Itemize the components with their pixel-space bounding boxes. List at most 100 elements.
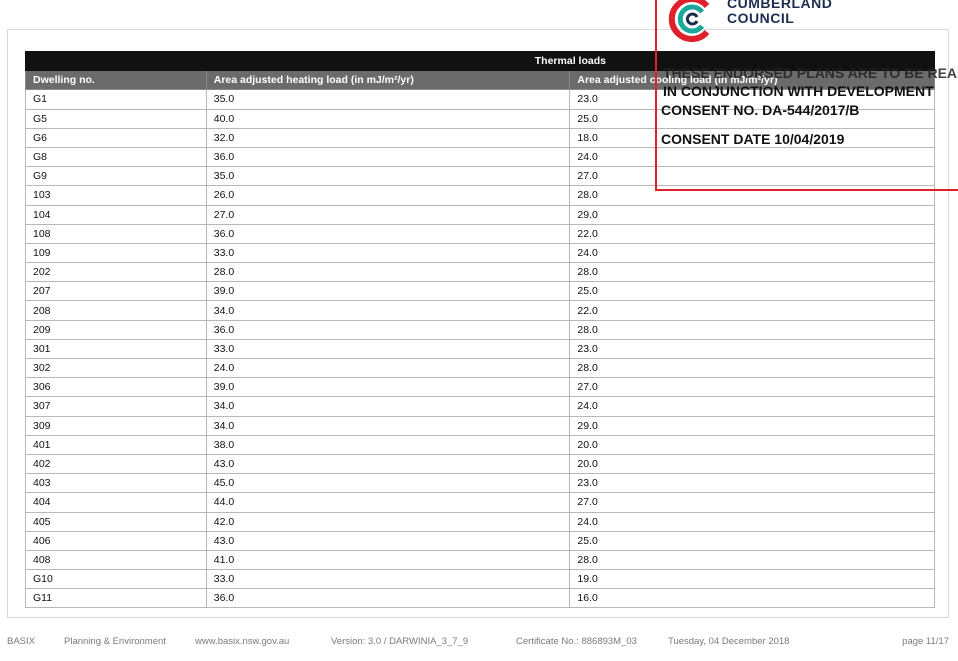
table-row: 408 41.0 28.0 (25, 549, 935, 571)
footer-date: Tuesday, 04 December 2018 (668, 636, 790, 647)
cell-dwelling-no: G5 (25, 108, 207, 129)
council-name: CUMBERLAND COUNCIL (727, 0, 832, 26)
footer-basix: BASIX (7, 636, 35, 647)
cell-cooling-load: 29.0 (569, 204, 935, 225)
cell-heating-load: 36.0 (205, 223, 571, 244)
footer-certificate: Certificate No.: 886893M_03 (516, 636, 637, 647)
cell-dwelling-no: 302 (25, 357, 207, 379)
cell-dwelling-no: 402 (25, 453, 207, 475)
cell-heating-load: 35.0 (205, 89, 571, 110)
cell-dwelling-no: 403 (25, 473, 207, 494)
footer-page-number: page 11/17 (902, 636, 949, 647)
cell-cooling-load: 19.0 (569, 569, 935, 590)
cell-dwelling-no: 408 (25, 549, 207, 571)
table-row: 307 34.0 24.0 (25, 396, 935, 417)
table-row: 301 33.0 23.0 (25, 338, 935, 360)
cell-cooling-load: 27.0 (569, 492, 935, 513)
cumberland-council-logo-icon (668, 0, 710, 42)
cell-heating-load: 26.0 (205, 185, 571, 206)
cell-heating-load: 32.0 (205, 127, 571, 148)
cell-dwelling-no: G10 (25, 569, 207, 590)
cell-heating-load: 42.0 (205, 511, 571, 532)
cell-cooling-load: 16.0 (569, 588, 935, 609)
cell-cooling-load: 24.0 (569, 242, 935, 264)
cell-dwelling-no: 202 (25, 262, 207, 283)
table-row: 202 28.0 28.0 (25, 262, 935, 283)
cell-dwelling-no: 207 (25, 281, 207, 302)
cell-heating-load: 38.0 (205, 434, 571, 455)
table-row: 401 38.0 20.0 (25, 434, 935, 455)
cell-heating-load: 36.0 (205, 146, 571, 168)
cell-heating-load: 28.0 (205, 262, 571, 283)
cell-heating-load: 36.0 (205, 588, 571, 609)
cell-cooling-load: 22.0 (569, 300, 935, 321)
table-row: 406 43.0 25.0 (25, 530, 935, 551)
cell-heating-load: 39.0 (205, 377, 571, 398)
footer-department: Planning & Environment (64, 636, 166, 647)
cell-cooling-load: 28.0 (569, 262, 935, 283)
column-header-heating: Area adjusted heating load (in mJ/m²/yr) (205, 70, 571, 91)
cell-dwelling-no: 309 (25, 415, 207, 436)
cell-dwelling-no: 405 (25, 511, 207, 532)
table-row: 108 36.0 22.0 (25, 223, 935, 244)
table-row: 207 39.0 25.0 (25, 281, 935, 302)
column-header-dwelling: Dwelling no. (25, 70, 207, 91)
cell-dwelling-no: 401 (25, 434, 207, 455)
cell-dwelling-no: G1 (25, 89, 207, 110)
cell-dwelling-no: G11 (25, 588, 207, 609)
table-row: 104 27.0 29.0 (25, 204, 935, 225)
cell-dwelling-no: G8 (25, 146, 207, 168)
cell-heating-load: 34.0 (205, 396, 571, 417)
cell-heating-load: 35.0 (205, 166, 571, 187)
table-row: 302 24.0 28.0 (25, 357, 935, 379)
cell-heating-load: 40.0 (205, 108, 571, 129)
cell-dwelling-no: G6 (25, 127, 207, 148)
group-header-blank (25, 50, 207, 72)
cell-heating-load: 39.0 (205, 281, 571, 302)
cell-dwelling-no: 307 (25, 396, 207, 417)
endorsement-line1: THESE ENDORSED PLANS ARE TO BE READ (663, 65, 958, 81)
cell-cooling-load: 25.0 (569, 281, 935, 302)
table-row: 306 39.0 27.0 (25, 377, 935, 398)
table-row: 402 43.0 20.0 (25, 453, 935, 475)
table-row: 403 45.0 23.0 (25, 473, 935, 494)
table-row: 208 34.0 22.0 (25, 300, 935, 321)
footer-url-link[interactable]: www.basix.nsw.gov.au (195, 636, 289, 647)
cell-heating-load: 33.0 (205, 569, 571, 590)
table-row: 309 34.0 29.0 (25, 415, 935, 436)
cell-dwelling-no: 103 (25, 185, 207, 206)
cell-dwelling-no: 406 (25, 530, 207, 551)
table-row: 405 42.0 24.0 (25, 511, 935, 532)
cell-dwelling-no: G9 (25, 166, 207, 187)
footer-version: Version: 3.0 / DARWINIA_3_7_9 (331, 636, 469, 647)
cell-cooling-load: 25.0 (569, 530, 935, 551)
page-footer: BASIX Planning & Environment www.basix.n… (0, 632, 958, 650)
table-row: G11 36.0 16.0 (25, 588, 935, 609)
cell-dwelling-no: 108 (25, 223, 207, 244)
cell-cooling-load: 20.0 (569, 453, 935, 475)
cell-dwelling-no: 208 (25, 300, 207, 321)
cell-heating-load: 44.0 (205, 492, 571, 513)
cell-cooling-load: 28.0 (569, 549, 935, 571)
cell-dwelling-no: 404 (25, 492, 207, 513)
cell-cooling-load: 23.0 (569, 473, 935, 494)
endorsement-line2: IN CONJUNCTION WITH DEVELOPMENT (663, 83, 934, 99)
cell-heating-load: 45.0 (205, 473, 571, 494)
cell-dwelling-no: 104 (25, 204, 207, 225)
table-row: G10 33.0 19.0 (25, 569, 935, 590)
cell-heating-load: 34.0 (205, 300, 571, 321)
cell-cooling-load: 22.0 (569, 223, 935, 244)
cell-cooling-load: 28.0 (569, 357, 935, 379)
cell-cooling-load: 20.0 (569, 434, 935, 455)
council-endorsement-stamp: CUMBERLAND COUNCIL THESE ENDORSED PLANS … (655, 0, 958, 191)
cell-heating-load: 41.0 (205, 549, 571, 571)
cell-heating-load: 33.0 (205, 338, 571, 360)
cell-heating-load: 33.0 (205, 242, 571, 264)
cell-dwelling-no: 209 (25, 319, 207, 340)
cell-cooling-load: 29.0 (569, 415, 935, 436)
cell-dwelling-no: 306 (25, 377, 207, 398)
table-row: 109 33.0 24.0 (25, 242, 935, 264)
table-row: 404 44.0 27.0 (25, 492, 935, 513)
council-name-line2: COUNCIL (727, 10, 795, 26)
cell-heating-load: 24.0 (205, 357, 571, 379)
